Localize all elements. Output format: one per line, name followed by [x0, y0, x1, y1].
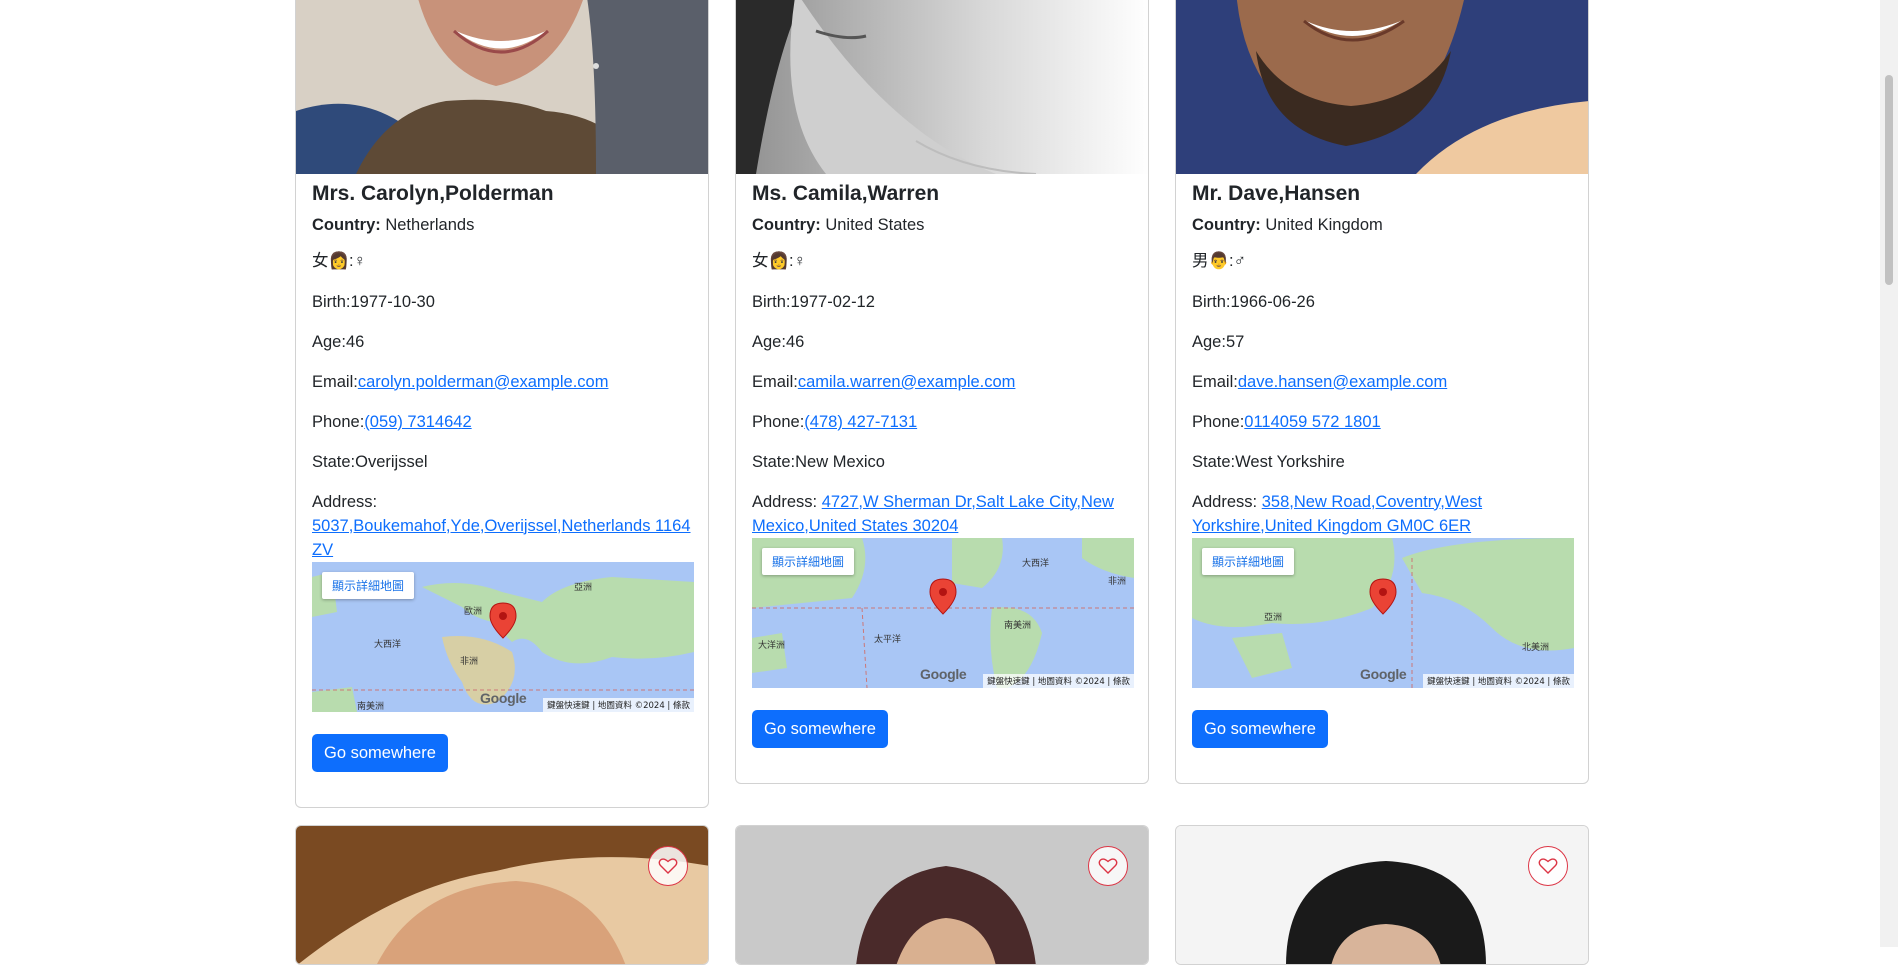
profile-photo	[1176, 0, 1588, 174]
country-value: United States	[825, 216, 925, 234]
map-footer[interactable]: 鍵盤快速鍵 | 地圖資料 ©2024 | 條款	[983, 673, 1134, 688]
address-line: Address: 358,New Road,Coventry,West York…	[1192, 492, 1483, 535]
location-map[interactable]: 顯示詳細地圖 亞洲 北美洲 Google 鍵盤快速鍵 | 地圖資料 ©2024 …	[1192, 537, 1574, 688]
age: Age:46	[752, 332, 805, 351]
go-somewhere-button[interactable]: Go somewhere	[1192, 709, 1328, 748]
gender: 女👩:♀	[312, 252, 367, 270]
email-link[interactable]: carolyn.polderman@example.com	[358, 373, 609, 391]
view-larger-map-button[interactable]: 顯示詳細地圖	[762, 547, 855, 575]
heart-outline-icon	[1098, 858, 1118, 874]
location-map[interactable]: 顯示詳細地圖 亞洲 歐洲 大西洋 非洲 南美洲 Google 鍵盤快速鍵 | 地…	[312, 561, 694, 712]
page-scrollbar[interactable]	[1880, 0, 1898, 947]
address-line: Address: 5037,Boukemahof,Yde,Overijssel,…	[312, 492, 691, 559]
address-link[interactable]: 5037,Boukemahof,Yde,Overijssel,Netherlan…	[312, 517, 691, 559]
country-value: Netherlands	[385, 216, 475, 234]
google-logo: Google	[480, 689, 527, 706]
country-label: Country:	[1192, 216, 1261, 234]
map-footer[interactable]: 鍵盤快速鍵 | 地圖資料 ©2024 | 條款	[1423, 673, 1574, 688]
favorite-button[interactable]	[1088, 846, 1128, 886]
view-larger-map-button[interactable]: 顯示詳細地圖	[322, 571, 415, 599]
country-label: Country:	[752, 216, 821, 234]
birth-date: Birth:1966-06-26	[1192, 292, 1315, 311]
person-name: Ms. Camila,Warren	[752, 182, 940, 205]
gender: 女👩:♀	[752, 252, 807, 270]
phone-link[interactable]: (059) 7314642	[364, 413, 471, 431]
profile-card-2: Ms. Camila,Warren Country: United States…	[735, 0, 1149, 784]
country-value: United Kingdom	[1265, 216, 1383, 234]
google-logo: Google	[1360, 665, 1407, 682]
profile-card-6	[1175, 825, 1589, 965]
map-pin-icon	[1369, 577, 1397, 615]
birth-date: Birth:1977-02-12	[752, 292, 875, 311]
gender: 男👨:♂	[1192, 252, 1247, 270]
map-footer[interactable]: 鍵盤快速鍵 | 地圖資料 ©2024 | 條款	[543, 697, 694, 712]
person-name: Mrs. Carolyn,Polderman	[312, 182, 554, 205]
state: State:West Yorkshire	[1192, 452, 1345, 471]
email-link[interactable]: dave.hansen@example.com	[1238, 373, 1447, 391]
heart-outline-icon	[658, 858, 678, 874]
phone-link[interactable]: (478) 427-7131	[804, 413, 917, 431]
age: Age:46	[312, 332, 365, 351]
address-line: Address: 4727,W Sherman Dr,Salt Lake Cit…	[752, 492, 1114, 535]
profile-card-3: Mr. Dave,Hansen Country: United Kingdom …	[1175, 0, 1589, 784]
favorite-button[interactable]	[1528, 846, 1568, 886]
profile-card-1: Mrs. Carolyn,Polderman Country: Netherla…	[295, 0, 709, 808]
profile-card-5	[735, 825, 1149, 965]
profile-photo	[736, 0, 1148, 174]
phone-link[interactable]: 0114059 572 1801	[1244, 413, 1380, 431]
map-pin-icon	[929, 577, 957, 615]
country-line: Country: United Kingdom	[1192, 213, 1572, 237]
country-label: Country:	[312, 216, 381, 234]
email-line: Email:camila.warren@example.com	[752, 372, 1016, 391]
heart-outline-icon	[1538, 858, 1558, 874]
email-line: Email:dave.hansen@example.com	[1192, 372, 1448, 391]
email-line: Email:carolyn.polderman@example.com	[312, 372, 609, 391]
profile-photo	[736, 826, 1148, 964]
profile-photo	[1176, 826, 1588, 964]
favorite-button[interactable]	[648, 846, 688, 886]
age: Age:57	[1192, 332, 1245, 351]
birth-date: Birth:1977-10-30	[312, 292, 435, 311]
go-somewhere-button[interactable]: Go somewhere	[312, 733, 448, 772]
location-map[interactable]: 顯示詳細地圖 大西洋 大洋洲 太平洋 南美洲 非洲 Google 鍵盤快速鍵 |…	[752, 537, 1134, 688]
person-name: Mr. Dave,Hansen	[1192, 182, 1361, 205]
country-line: Country: United States	[752, 213, 1132, 237]
profile-card-4	[295, 825, 709, 965]
profile-photo	[296, 826, 708, 964]
email-link[interactable]: camila.warren@example.com	[798, 373, 1016, 391]
country-line: Country: Netherlands	[312, 213, 692, 237]
phone-line: Phone:(059) 7314642	[312, 412, 472, 431]
google-logo: Google	[920, 665, 967, 682]
phone-line: Phone:(478) 427-7131	[752, 412, 918, 431]
view-larger-map-button[interactable]: 顯示詳細地圖	[1202, 547, 1295, 575]
scrollbar-thumb[interactable]	[1885, 75, 1893, 285]
state: State:New Mexico	[752, 452, 885, 471]
state: State:Overijssel	[312, 452, 428, 471]
profile-photo	[296, 0, 708, 174]
phone-line: Phone:0114059 572 1801	[1192, 412, 1381, 431]
go-somewhere-button[interactable]: Go somewhere	[752, 709, 888, 748]
